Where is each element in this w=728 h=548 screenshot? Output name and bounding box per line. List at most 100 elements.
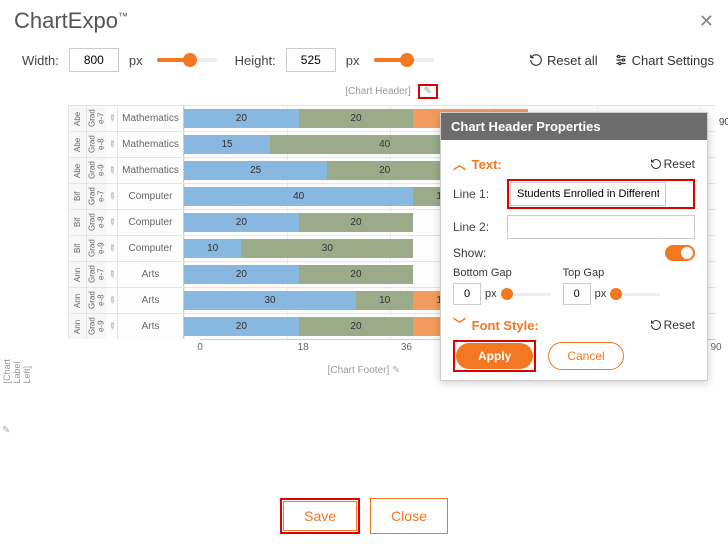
top-gap-label: Top Gap <box>563 267 661 279</box>
bar-segment[interactable]: 25 <box>184 161 327 180</box>
grade-cell: Grad e-7 <box>86 184 106 209</box>
chart-settings-button[interactable]: Chart Settings <box>614 53 714 68</box>
student-cell: Ann <box>68 314 86 339</box>
chart-header-properties-popup: Chart Header Properties ︿ Text: Reset Li… <box>440 112 708 381</box>
bar-segment[interactable]: 10 <box>184 239 241 258</box>
pencil-icon: ✎ <box>105 320 118 333</box>
line1-label: Line 1: <box>453 187 501 201</box>
reset-all-button[interactable]: Reset all <box>529 53 598 68</box>
student-cell: Bif <box>68 184 86 209</box>
close-icon[interactable]: ✕ <box>699 11 714 32</box>
bar-segment[interactable]: 20 <box>184 265 299 284</box>
row-edit[interactable]: ✎ <box>106 236 118 261</box>
pencil-icon: ✎ <box>105 190 118 203</box>
grade-cell: Grad e-9 <box>86 314 106 339</box>
save-button[interactable]: Save <box>283 501 357 531</box>
subject-cell: Mathematics <box>118 106 184 131</box>
grade-cell: Grad e-8 <box>86 210 106 235</box>
settings-icon <box>614 53 628 67</box>
grade-cell: Grad e-9 <box>86 236 106 261</box>
pencil-icon: ✎ <box>105 164 118 177</box>
reset-font-button[interactable]: Reset <box>650 318 695 332</box>
font-style-section-toggle[interactable]: ︿ Font Style: <box>453 315 644 334</box>
bar-segment[interactable]: 10 <box>356 291 413 310</box>
subject-cell: Arts <box>118 262 184 287</box>
bar-segment[interactable]: 20 <box>184 213 299 232</box>
bottom-gap-input[interactable] <box>453 283 481 305</box>
subject-cell: Computer <box>118 210 184 235</box>
x-tick: 0 <box>197 342 203 353</box>
left-axis-edit-icon[interactable]: ✎ <box>2 425 10 436</box>
line2-input[interactable] <box>507 215 695 239</box>
student-cell: Bif <box>68 236 86 261</box>
student-cell: Ann <box>68 262 86 287</box>
bar-segment[interactable]: 20 <box>184 317 299 336</box>
x-tick: 18 <box>298 342 309 353</box>
apply-button[interactable]: Apply <box>456 343 533 369</box>
chart-header-placeholder[interactable]: [Chart Header] ✎ <box>0 84 728 99</box>
edge-label: 90 <box>719 117 728 128</box>
pencil-icon: ✎ <box>105 242 118 255</box>
line1-input[interactable] <box>510 182 666 206</box>
edit-footer-icon[interactable]: ✎ <box>392 365 400 376</box>
row-edit[interactable]: ✎ <box>106 106 118 131</box>
x-tick: 90 <box>710 342 721 353</box>
subject-cell: Arts <box>118 288 184 313</box>
reset-text-button[interactable]: Reset <box>650 157 695 171</box>
row-edit[interactable]: ✎ <box>106 262 118 287</box>
width-input[interactable] <box>69 48 119 72</box>
bar-segment[interactable]: 30 <box>241 239 413 258</box>
student-cell: Ann <box>68 288 86 313</box>
height-unit: px <box>346 53 360 68</box>
width-slider[interactable] <box>157 58 217 62</box>
bottom-gap-slider[interactable] <box>501 293 551 296</box>
grade-cell: Grad e-7 <box>86 262 106 287</box>
show-label: Show: <box>453 246 486 260</box>
pencil-icon: ✎ <box>105 112 118 125</box>
bar-segment[interactable]: 20 <box>299 109 414 128</box>
student-cell: Abe <box>68 106 86 131</box>
grade-cell: Grad e-8 <box>86 132 106 157</box>
toolbar: Width: px Height: px Reset all Chart Set… <box>0 42 728 78</box>
row-edit[interactable]: ✎ <box>106 210 118 235</box>
grade-cell: Grad e-9 <box>86 158 106 183</box>
grade-cell: Grad e-8 <box>86 288 106 313</box>
bar-segment[interactable]: 30 <box>184 291 356 310</box>
bar-segment[interactable]: 20 <box>299 265 414 284</box>
left-axis-placeholder[interactable]: [Chart Label Left] <box>2 359 32 384</box>
bar-segment[interactable]: 20 <box>299 213 414 232</box>
subject-cell: Computer <box>118 184 184 209</box>
pencil-icon: ✎ <box>105 216 118 229</box>
subject-cell: Arts <box>118 314 184 339</box>
row-edit[interactable]: ✎ <box>106 158 118 183</box>
height-input[interactable] <box>286 48 336 72</box>
width-unit: px <box>129 53 143 68</box>
cancel-button[interactable]: Cancel <box>548 342 623 370</box>
bar-segment[interactable]: 20 <box>299 317 414 336</box>
row-edit[interactable]: ✎ <box>106 288 118 313</box>
bar-segment[interactable]: 20 <box>184 109 299 128</box>
edit-header-icon[interactable]: ✎ <box>418 84 438 99</box>
row-edit[interactable]: ✎ <box>106 184 118 209</box>
subject-cell: Mathematics <box>118 132 184 157</box>
bar-segment[interactable]: 20 <box>327 161 442 180</box>
subject-cell: Computer <box>118 236 184 261</box>
brand: ChartExpo™ <box>14 8 128 34</box>
height-slider[interactable] <box>374 58 434 62</box>
chevron-down-icon: ︿ <box>453 315 466 334</box>
row-edit[interactable]: ✎ <box>106 314 118 339</box>
text-section-toggle[interactable]: ︿ Text: <box>453 154 644 173</box>
top-gap-slider[interactable] <box>610 293 660 296</box>
popup-title: Chart Header Properties <box>441 113 707 140</box>
pencil-icon: ✎ <box>105 294 118 307</box>
chevron-up-icon: ︿ <box>453 154 466 173</box>
bar-segment[interactable]: 40 <box>184 187 413 206</box>
bottom-gap-label: Bottom Gap <box>453 267 551 279</box>
row-edit[interactable]: ✎ <box>106 132 118 157</box>
close-button[interactable]: Close <box>370 498 448 534</box>
bar-segment[interactable]: 15 <box>184 135 270 154</box>
subject-cell: Mathematics <box>118 158 184 183</box>
student-cell: Bif <box>68 210 86 235</box>
show-toggle[interactable] <box>665 245 695 261</box>
top-gap-input[interactable] <box>563 283 591 305</box>
